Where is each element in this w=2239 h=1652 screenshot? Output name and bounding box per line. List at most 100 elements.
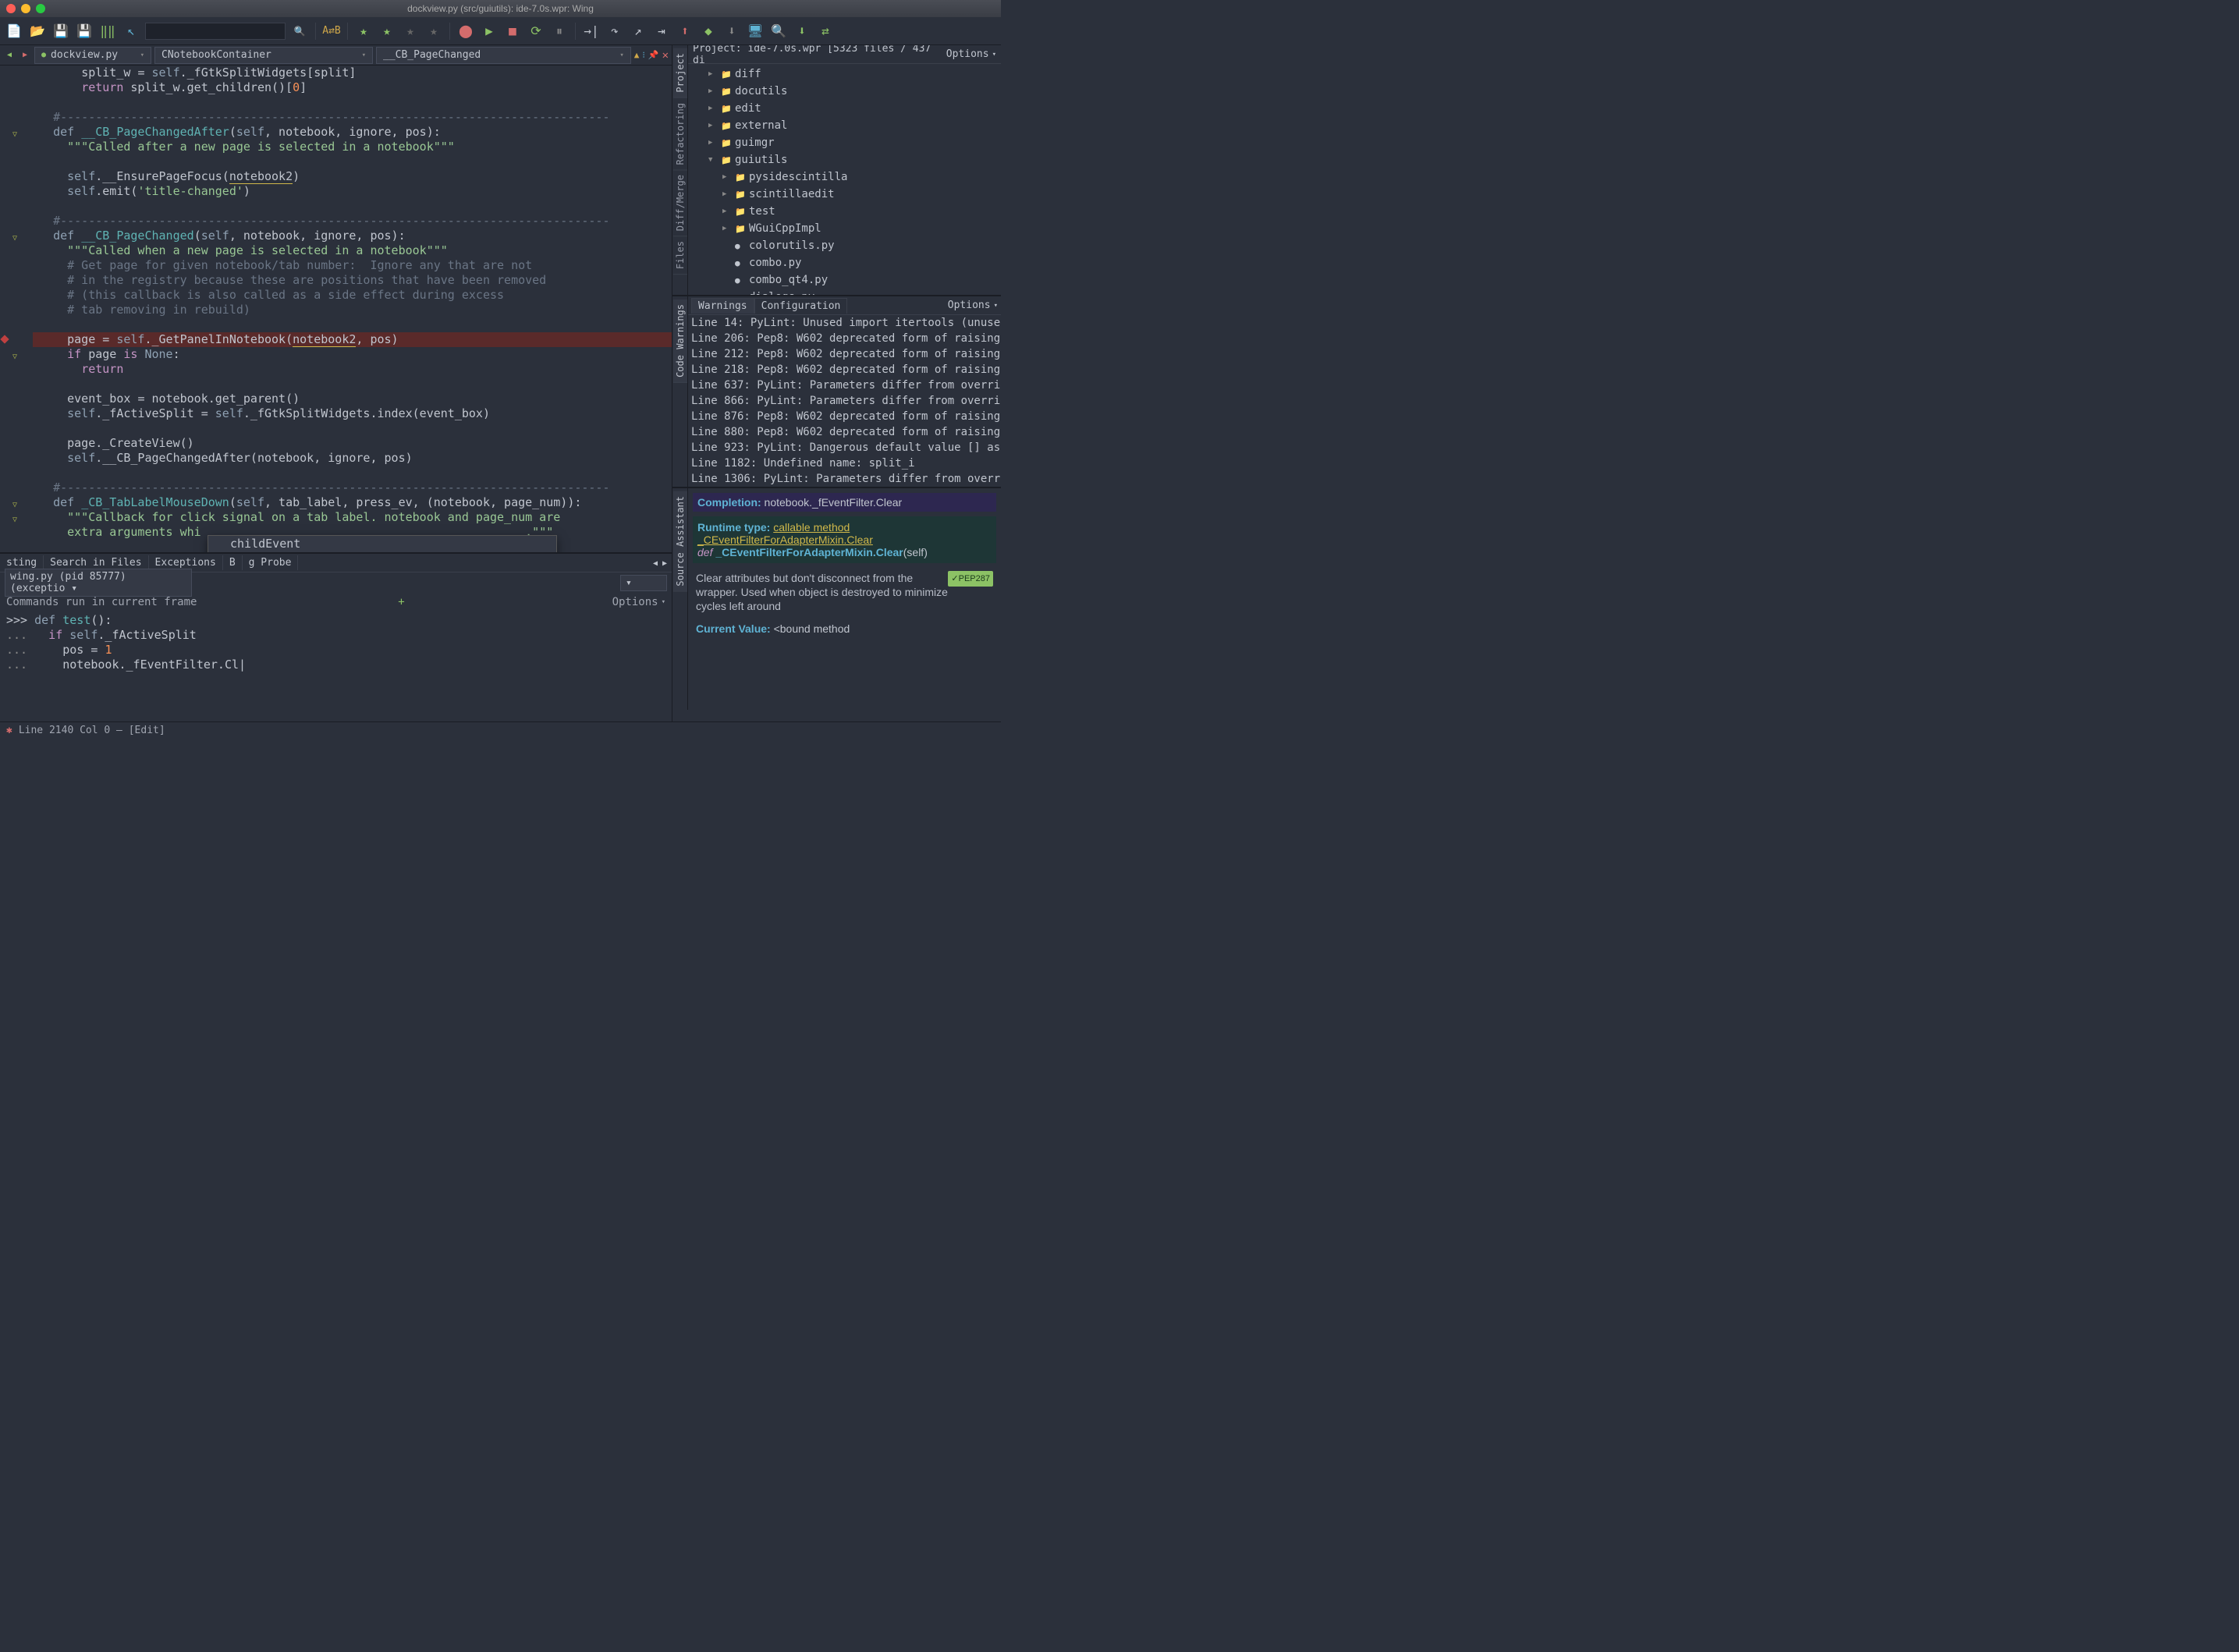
warning-item[interactable]: Line 880: Pep8: W602 deprecated form of …: [691, 424, 998, 440]
fold-icon[interactable]: ▽: [12, 349, 17, 364]
vertical-tab[interactable]: Code Warnings: [673, 300, 687, 383]
tree-item[interactable]: ▶📁pysidescintilla: [688, 168, 1001, 186]
code-line[interactable]: # Get page for given notebook/tab number…: [33, 258, 672, 273]
code-line[interactable]: def _CB_TabLabelMouseDown(self, tab_labe…: [33, 495, 672, 510]
code-line[interactable]: # in the registry because these are posi…: [33, 273, 672, 288]
code-line[interactable]: [33, 377, 672, 392]
vertical-tab[interactable]: Project: [673, 48, 687, 98]
stick-icon[interactable]: 📌: [648, 50, 659, 60]
window-close-button[interactable]: [6, 4, 16, 13]
function-dropdown[interactable]: __CB_PageChanged ▾: [376, 47, 631, 64]
shell-line[interactable]: ... pos = 1: [6, 643, 665, 658]
code-line[interactable]: [33, 199, 672, 214]
warning-item[interactable]: Line 637: PyLint: Parameters differ from…: [691, 378, 998, 393]
code-line[interactable]: [33, 421, 672, 436]
record-icon[interactable]: ⬤: [456, 22, 475, 41]
debug-shell[interactable]: >>> def test():... if self._fActiveSplit…: [0, 612, 672, 721]
warning-item[interactable]: Line 14: PyLint: Unused import itertools…: [691, 315, 998, 331]
code-line[interactable]: split_w = self._fGtkSplitWidgets[split]: [33, 66, 672, 80]
tab-configuration[interactable]: Configuration: [754, 298, 848, 314]
step-return-icon[interactable]: ⇥: [652, 22, 671, 41]
stop-icon[interactable]: ■: [503, 22, 522, 41]
replace-icon[interactable]: A⇄B: [322, 22, 341, 41]
tree-item[interactable]: ●combo.py: [688, 254, 1001, 271]
tree-item[interactable]: ▶📁external: [688, 117, 1001, 134]
code-line[interactable]: # tab removing in rebuild): [33, 303, 672, 317]
sync-icon[interactable]: ⇄: [816, 22, 835, 41]
window-minimize-button[interactable]: [21, 4, 30, 13]
code-line[interactable]: return: [33, 362, 672, 377]
nav-back-icon[interactable]: ◀: [3, 49, 16, 62]
frame-dropdown[interactable]: ▾: [620, 575, 667, 591]
tree-item[interactable]: ●dialogs.py: [688, 289, 1001, 295]
warning-item[interactable]: Line 206: Pep8: W602 deprecated form of …: [691, 331, 998, 346]
code-line[interactable]: page._CreateView(): [33, 436, 672, 451]
bug-icon[interactable]: ✱: [6, 725, 12, 736]
tree-item[interactable]: ●combo_qt4.py: [688, 271, 1001, 289]
warning-item[interactable]: Line 212: Pep8: W602 deprecated form of …: [691, 346, 998, 362]
stack-up-icon[interactable]: ⬆: [676, 22, 694, 41]
tree-item[interactable]: ▶📁test: [688, 203, 1001, 220]
autocomplete-popup[interactable]: childEventchildrenClearconnectNotifycust…: [208, 535, 557, 552]
find-icon[interactable]: 🔍: [769, 22, 788, 41]
search-icon[interactable]: 🔍: [290, 22, 309, 41]
code-line[interactable]: event_box = notebook.get_parent(): [33, 392, 672, 406]
fold-icon[interactable]: ▽: [12, 512, 17, 527]
close-tab-icon[interactable]: ✕: [662, 49, 669, 62]
warning-icon[interactable]: ▲: [634, 50, 640, 60]
step-out-icon[interactable]: ↗: [629, 22, 648, 41]
window-maximize-button[interactable]: [36, 4, 45, 13]
fold-icon[interactable]: ▽: [12, 127, 17, 142]
save-icon[interactable]: 💾: [51, 22, 70, 41]
step-into-icon[interactable]: →|: [582, 22, 601, 41]
code-line[interactable]: #---------------------------------------…: [33, 480, 672, 495]
bottom-tab[interactable]: B: [223, 555, 243, 570]
stack-mid-icon[interactable]: ◆: [699, 22, 718, 41]
vertical-tab[interactable]: Source Assistant: [673, 491, 687, 592]
toolbar-search-input[interactable]: [145, 23, 286, 40]
breakpoint-icon[interactable]: [0, 335, 9, 343]
warning-item[interactable]: Line 876: Pep8: W602 deprecated form of …: [691, 409, 998, 424]
restart-icon[interactable]: ⟳: [527, 22, 545, 41]
tree-item[interactable]: ▶📁docutils: [688, 83, 1001, 100]
code-line[interactable]: [33, 95, 672, 110]
code-line[interactable]: """Called after a new page is selected i…: [33, 140, 672, 154]
vertical-tab[interactable]: Diff/Merge: [673, 170, 687, 236]
new-file-icon[interactable]: 📄: [5, 22, 23, 41]
shell-line[interactable]: ... notebook._fEventFilter.Cl|: [6, 658, 665, 672]
options-icon[interactable]: ⁝: [642, 50, 645, 60]
code-line[interactable]: [33, 154, 672, 169]
code-line[interactable]: # (this callback is also called as a sid…: [33, 288, 672, 303]
code-line[interactable]: self.__CB_PageChangedAfter(notebook, ign…: [33, 451, 672, 466]
warning-item[interactable]: Line 923: PyLint: Dangerous default valu…: [691, 440, 998, 456]
open-file-icon[interactable]: 📂: [28, 22, 47, 41]
bottom-tab[interactable]: g Probe: [243, 555, 299, 570]
code-line[interactable]: self._fActiveSplit = self._fGtkSplitWidg…: [33, 406, 672, 421]
stack-down-icon[interactable]: ⬇: [722, 22, 741, 41]
warning-item[interactable]: Line 218: Pep8: W602 deprecated form of …: [691, 362, 998, 378]
code-line[interactable]: [33, 466, 672, 480]
bookmark-next-icon[interactable]: ★: [424, 22, 443, 41]
indent-icon[interactable]: ‖‖: [98, 22, 117, 41]
tree-item[interactable]: ●colorutils.py: [688, 237, 1001, 254]
download-icon[interactable]: ⬇: [793, 22, 811, 41]
warning-item[interactable]: Line 866: PyLint: Parameters differ from…: [691, 393, 998, 409]
bookmark-star2-icon[interactable]: ★: [378, 22, 396, 41]
goto-icon[interactable]: ↖: [122, 22, 140, 41]
warning-item[interactable]: Line 1182: Undefined name: split_i: [691, 456, 998, 471]
tree-item[interactable]: ▶📁guimgr: [688, 134, 1001, 151]
code-line[interactable]: self.__EnsurePageFocus(notebook2): [33, 169, 672, 184]
tab-warnings[interactable]: Warnings: [691, 298, 754, 314]
warning-item[interactable]: Line 1306: PyLint: Parameters differ fro…: [691, 471, 998, 487]
fold-icon[interactable]: ▽: [12, 498, 17, 512]
add-icon[interactable]: +: [398, 596, 404, 608]
code-line[interactable]: page = self._GetPanelInNotebook(notebook…: [33, 332, 672, 347]
vertical-tab[interactable]: Refactoring: [673, 98, 687, 170]
autocomplete-item[interactable]: childEvent: [208, 536, 556, 551]
warnings-list[interactable]: Line 14: PyLint: Unused import itertools…: [688, 315, 1001, 487]
tree-item[interactable]: ▶📁edit: [688, 100, 1001, 117]
code-line[interactable]: self.emit('title-changed'): [33, 184, 672, 199]
code-line[interactable]: """Called when a new page is selected in…: [33, 243, 672, 258]
tree-item[interactable]: ▶📁WGuiCppImpl: [688, 220, 1001, 237]
code-line[interactable]: def __CB_PageChanged(self, notebook, ign…: [33, 229, 672, 243]
